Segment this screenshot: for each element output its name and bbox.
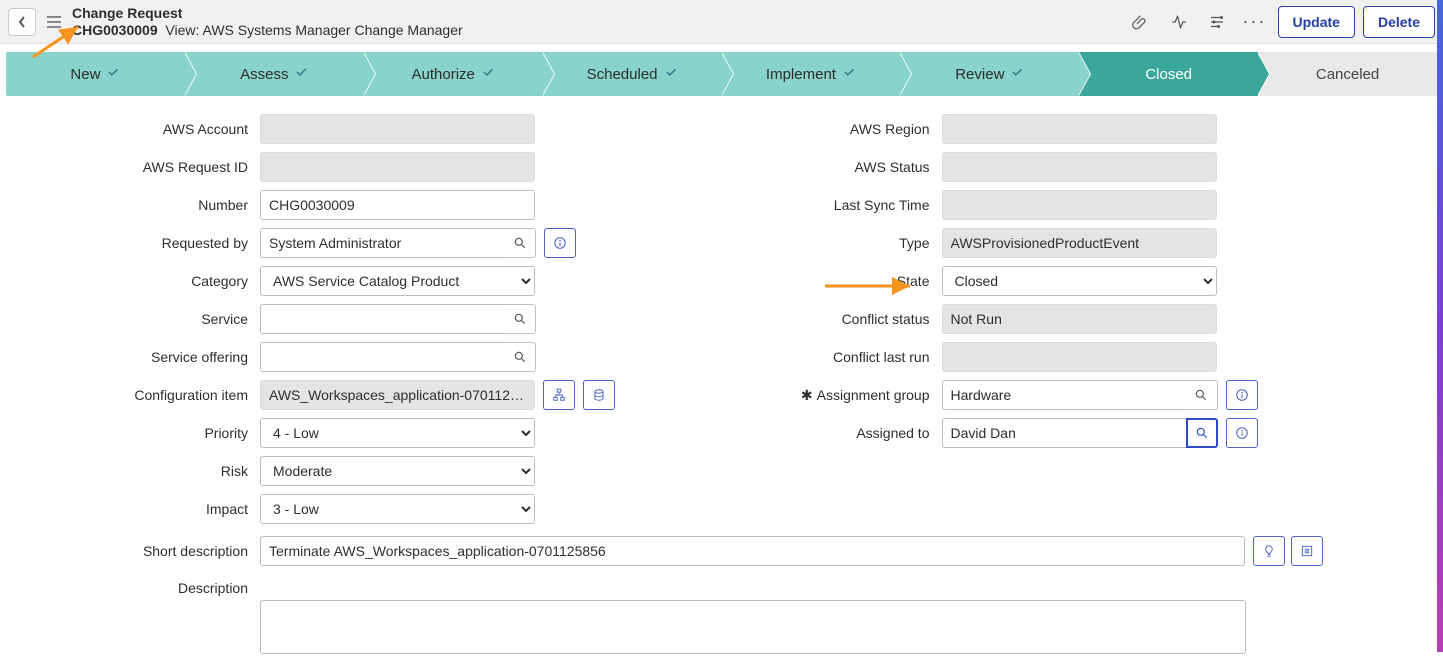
check-icon [481,65,495,83]
short-desc-suggest-icon[interactable] [1253,536,1285,566]
type-field [942,228,1217,258]
label-aws-region: AWS Region [702,121,942,137]
right-edge-accent [1437,0,1443,652]
back-button[interactable] [8,8,36,36]
short-description-field[interactable] [260,536,1245,566]
aws-request-id-field [260,152,535,182]
stage-label: Scheduled [587,66,658,83]
stage-label: Canceled [1316,66,1379,83]
requested-by-lookup-icon[interactable] [504,228,536,258]
label-service: Service [20,311,260,327]
aws-account-field [260,114,535,144]
check-icon [294,65,308,83]
label-last-sync: Last Sync Time [702,197,942,213]
check-icon [842,65,856,83]
label-config-item: Configuration item [20,387,260,403]
short-description-row: Short description [0,532,1443,570]
assigned-to-lookup-icon[interactable] [1186,418,1218,448]
assignment-group-field[interactable] [942,380,1186,410]
stage-label: Review [955,66,1004,83]
service-lookup-icon[interactable] [504,304,536,334]
stage-authorize[interactable]: Authorize [364,52,543,96]
number-field[interactable] [260,190,535,220]
label-category: Category [20,273,260,289]
last-sync-field [942,190,1217,220]
stage-implement[interactable]: Implement [722,52,901,96]
priority-select[interactable]: 4 - Low [260,418,535,448]
requested-by-info-icon[interactable] [544,228,576,258]
label-number: Number [20,197,260,213]
short-desc-related-icon[interactable] [1291,536,1323,566]
stage-label: Implement [766,66,836,83]
assigned-to-info-icon[interactable] [1226,418,1258,448]
config-item-tree-icon[interactable] [543,380,575,410]
label-assigned-to: Assigned to [702,425,942,441]
category-select[interactable]: AWS Service Catalog Product [260,266,535,296]
label-priority: Priority [20,425,260,441]
label-type: Type [702,235,942,251]
description-field[interactable] [260,600,1246,654]
stage-label: Authorize [412,66,475,83]
title-block: Change Request CHG0030009 View: AWS Syst… [72,5,463,39]
chevron-left-icon [17,15,27,29]
assignment-group-info-icon[interactable] [1226,380,1258,410]
config-item-db-icon[interactable] [583,380,615,410]
delete-button[interactable]: Delete [1363,6,1435,38]
record-id: CHG0030009 [72,22,158,38]
header-bar: Change Request CHG0030009 View: AWS Syst… [0,0,1443,44]
attachment-icon[interactable] [1126,7,1156,37]
impact-select[interactable]: 3 - Low [260,494,535,524]
right-column: AWS Region AWS Status Last Sync Time Typ… [702,110,1324,528]
stage-review[interactable]: Review [900,52,1079,96]
left-column: AWS Account AWS Request ID Number Reques… [20,110,642,528]
stage-closed[interactable]: Closed [1079,52,1258,96]
stage-new[interactable]: New [6,52,185,96]
assignment-group-lookup-icon[interactable] [1186,380,1218,410]
label-service-offering: Service offering [20,349,260,365]
label-state: State [702,273,942,289]
label-requested-by: Requested by [20,235,260,251]
form-body: AWS Account AWS Request ID Number Reques… [0,106,1443,528]
label-aws-request-id: AWS Request ID [20,159,260,175]
state-select[interactable]: Closed [942,266,1217,296]
stage-scheduled[interactable]: Scheduled [543,52,722,96]
service-offering-field[interactable] [260,342,504,372]
requested-by-field[interactable] [260,228,504,258]
stage-label: Assess [240,66,288,83]
label-risk: Risk [20,463,260,479]
risk-select[interactable]: Moderate [260,456,535,486]
config-item-field [260,380,535,410]
assigned-to-field[interactable] [942,418,1186,448]
check-icon [1010,65,1024,83]
label-aws-account: AWS Account [20,121,260,137]
stage-bar: New Assess Authorize Scheduled Implement Revi… [6,52,1437,96]
stage-assess[interactable]: Assess [185,52,364,96]
conflict-last-run-field [942,342,1217,372]
label-conflict-last-run: Conflict last run [702,349,942,365]
check-icon [106,65,120,83]
label-assignment-group: ✱Assignment group [702,387,942,404]
label-aws-status: AWS Status [702,159,942,175]
stage-canceled[interactable]: Canceled [1258,52,1437,96]
check-icon [664,65,678,83]
stage-label: Closed [1145,66,1192,83]
label-conflict-status: Conflict status [702,311,942,327]
title-top: Change Request [72,5,463,22]
label-description: Description [20,576,260,596]
conflict-status-field [942,304,1217,334]
service-field[interactable] [260,304,504,334]
settings-icon[interactable] [1202,7,1232,37]
description-row: Description [0,570,1443,596]
label-impact: Impact [20,501,260,517]
service-offering-lookup-icon[interactable] [504,342,536,372]
aws-region-field [942,114,1217,144]
activity-icon[interactable] [1164,7,1194,37]
menu-icon[interactable] [44,8,64,36]
update-button[interactable]: Update [1278,6,1355,38]
stage-label: New [70,66,100,83]
label-short-desc: Short description [20,543,260,559]
title-bottom: CHG0030009 View: AWS Systems Manager Cha… [72,22,463,39]
more-icon[interactable]: ··· [1240,7,1270,37]
aws-status-field [942,152,1217,182]
